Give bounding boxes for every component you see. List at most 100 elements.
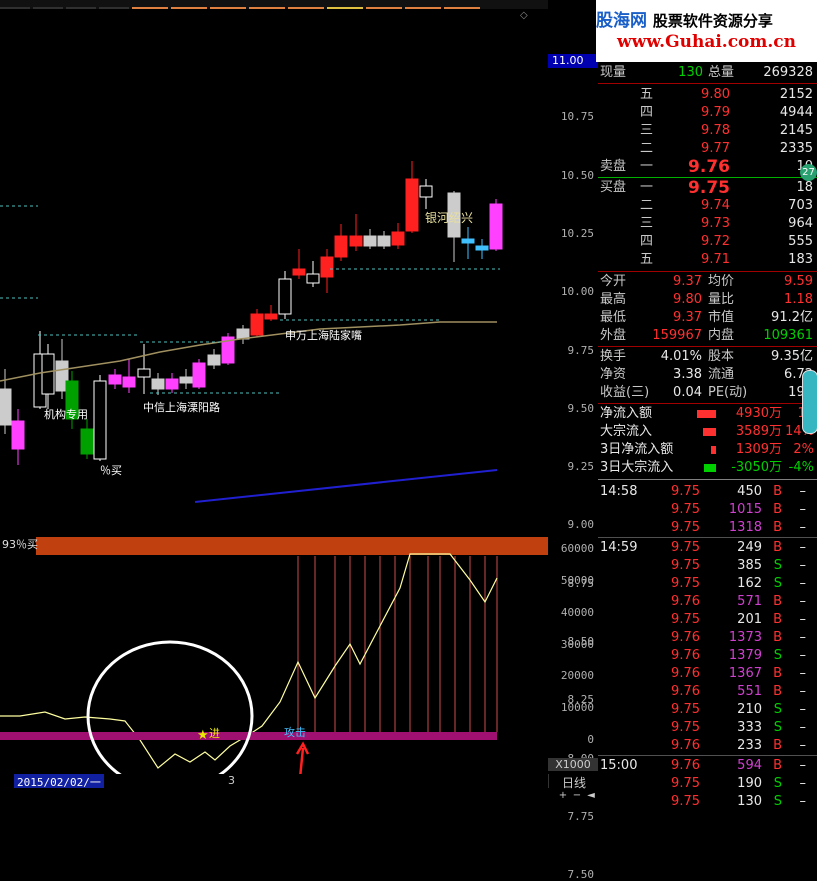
- sell-order-row[interactable]: 四 9.79 4944: [598, 104, 817, 122]
- stat-label: 均价: [708, 274, 735, 289]
- indicator-tick-label: 10000: [560, 701, 594, 715]
- flow-row: 3日大宗流入 -3050万 -4%: [598, 459, 817, 477]
- order-qty: 964: [788, 216, 813, 231]
- order-level: 二: [640, 198, 654, 213]
- volume-value: 130: [678, 65, 703, 80]
- order-price: 9.76: [688, 157, 730, 177]
- tick-side: S: [773, 794, 782, 809]
- separator: [598, 479, 817, 480]
- candle-body: [391, 231, 405, 246]
- tick-price: 9.75: [671, 720, 700, 735]
- tick-qty: 1318: [728, 520, 762, 535]
- order-level: 一: [640, 159, 654, 174]
- annotation-seat3: 申万上海陆家嘴: [285, 328, 362, 342]
- tick-dash: –: [799, 484, 807, 499]
- indicator-chart[interactable]: 93％买 ★ 进 攻击: [0, 516, 548, 774]
- candle-body: [292, 268, 306, 276]
- tick-dash: –: [799, 558, 807, 573]
- ad-banner[interactable]: 股海网 股票软件资源分享 www.Guhai.com.cn: [596, 0, 817, 62]
- total-label: 总量: [708, 65, 735, 80]
- flow-pct: 2%: [793, 442, 814, 457]
- top-tab-strip[interactable]: [0, 0, 548, 9]
- ad-url[interactable]: www.Guhai.com.cn: [596, 32, 817, 52]
- candle-body: [122, 376, 136, 388]
- tick-dash: –: [799, 612, 807, 627]
- stat-value: 9.35亿: [771, 349, 813, 364]
- separator: [598, 271, 817, 272]
- sell-order-row[interactable]: 三 9.78 2145: [598, 122, 817, 140]
- tick-qty: 450: [737, 484, 762, 499]
- order-price: 9.75: [688, 178, 730, 198]
- candle-body: [419, 185, 433, 198]
- flow-bar: [711, 446, 716, 454]
- tick-side: B: [773, 540, 782, 555]
- tick-row: 9.75 210 S –: [598, 701, 817, 719]
- tick-qty: 1379: [728, 648, 762, 663]
- stat-value: 1.18: [784, 292, 813, 307]
- ad-brand: 股海网: [596, 11, 647, 31]
- tick-row: 9.75 190 S –: [598, 775, 817, 793]
- total-value: 269328: [763, 65, 813, 80]
- candle-body: [306, 273, 320, 284]
- flow-label: 大宗流入: [600, 424, 653, 439]
- indicator-axis: 60000 50000 40000 30000 20000 10000 0: [548, 516, 598, 774]
- tick-side: B: [773, 666, 782, 681]
- buy-order-row[interactable]: 买盘一 9.75 18: [598, 179, 817, 197]
- price-tick-label: 7.75: [567, 809, 595, 823]
- indicator-tick-label: 0: [587, 733, 594, 746]
- sell-order-row[interactable]: 卖盘一9.7610: [598, 158, 817, 176]
- tick-qty: 551: [737, 684, 762, 699]
- panel-scrollbar[interactable]: [802, 370, 817, 434]
- indicator-bar: [36, 537, 548, 555]
- stat-value: 9.37: [673, 310, 702, 325]
- candle-body: [349, 235, 363, 247]
- buy-order-row[interactable]: 五 9.71 183: [598, 251, 817, 269]
- buy-order-row[interactable]: 三 9.73 964: [598, 215, 817, 233]
- tick-qty: 1373: [728, 630, 762, 645]
- tick-time: 14:58: [600, 484, 638, 499]
- tick-dash: –: [799, 776, 807, 791]
- ad-slogan: 股票软件资源分享: [652, 12, 773, 30]
- stat-label: 流通: [708, 367, 735, 382]
- stat-row: 净资 3.38 流通 6.72: [598, 366, 817, 384]
- zoom-in-button[interactable]: +: [556, 790, 570, 801]
- candlestick-chart[interactable]: 机构专用 ％买 中信上海溧阳路 申万上海陆家嘴 银河绍兴 ◇: [0, 9, 548, 514]
- count-badge[interactable]: 27: [800, 164, 817, 181]
- candle-body: [151, 378, 165, 390]
- candle-body: [80, 428, 94, 455]
- order-price: 9.79: [701, 105, 730, 120]
- buy-order-row[interactable]: 二 9.74 703: [598, 197, 817, 215]
- tick-row: 9.76 1367 B –: [598, 665, 817, 683]
- tick-qty: 1015: [728, 502, 762, 517]
- tick-side: B: [773, 684, 782, 699]
- stat-label: 换手: [600, 349, 627, 364]
- tick-price: 9.75: [671, 558, 700, 573]
- period-button[interactable]: 日线: [548, 774, 599, 790]
- scroll-left-button[interactable]: ◄: [584, 790, 598, 801]
- tick-dash: –: [799, 540, 807, 555]
- order-price: 9.78: [701, 123, 730, 138]
- order-level: 四: [640, 105, 654, 120]
- tick-dash: –: [799, 576, 807, 591]
- stat-value: 159967: [652, 328, 702, 343]
- flow-bar: [697, 410, 716, 418]
- bottom-marker: 3: [228, 774, 235, 787]
- sell-order-row[interactable]: 二 9.77 2335: [598, 140, 817, 158]
- separator: [598, 755, 817, 756]
- separator: [598, 346, 817, 347]
- candle-body: [41, 353, 55, 395]
- buy-order-row[interactable]: 四 9.72 555: [598, 233, 817, 251]
- price-tick-label: 10.25: [560, 226, 594, 240]
- stat-label: PE(动): [708, 385, 748, 400]
- zoom-out-button[interactable]: −: [570, 790, 584, 801]
- tick-price: 9.75: [671, 520, 700, 535]
- stat-label: 股本: [708, 349, 735, 364]
- tick-side: B: [773, 630, 782, 645]
- stat-value: 9.80: [673, 292, 702, 307]
- tick-side: B: [773, 484, 782, 499]
- tick-qty: 210: [737, 702, 762, 717]
- x-scale-label: X1000: [548, 758, 598, 771]
- sell-order-row[interactable]: 五 9.80 2152: [598, 86, 817, 104]
- tick-price: 9.76: [671, 648, 700, 663]
- stat-value: 9.59: [784, 274, 813, 289]
